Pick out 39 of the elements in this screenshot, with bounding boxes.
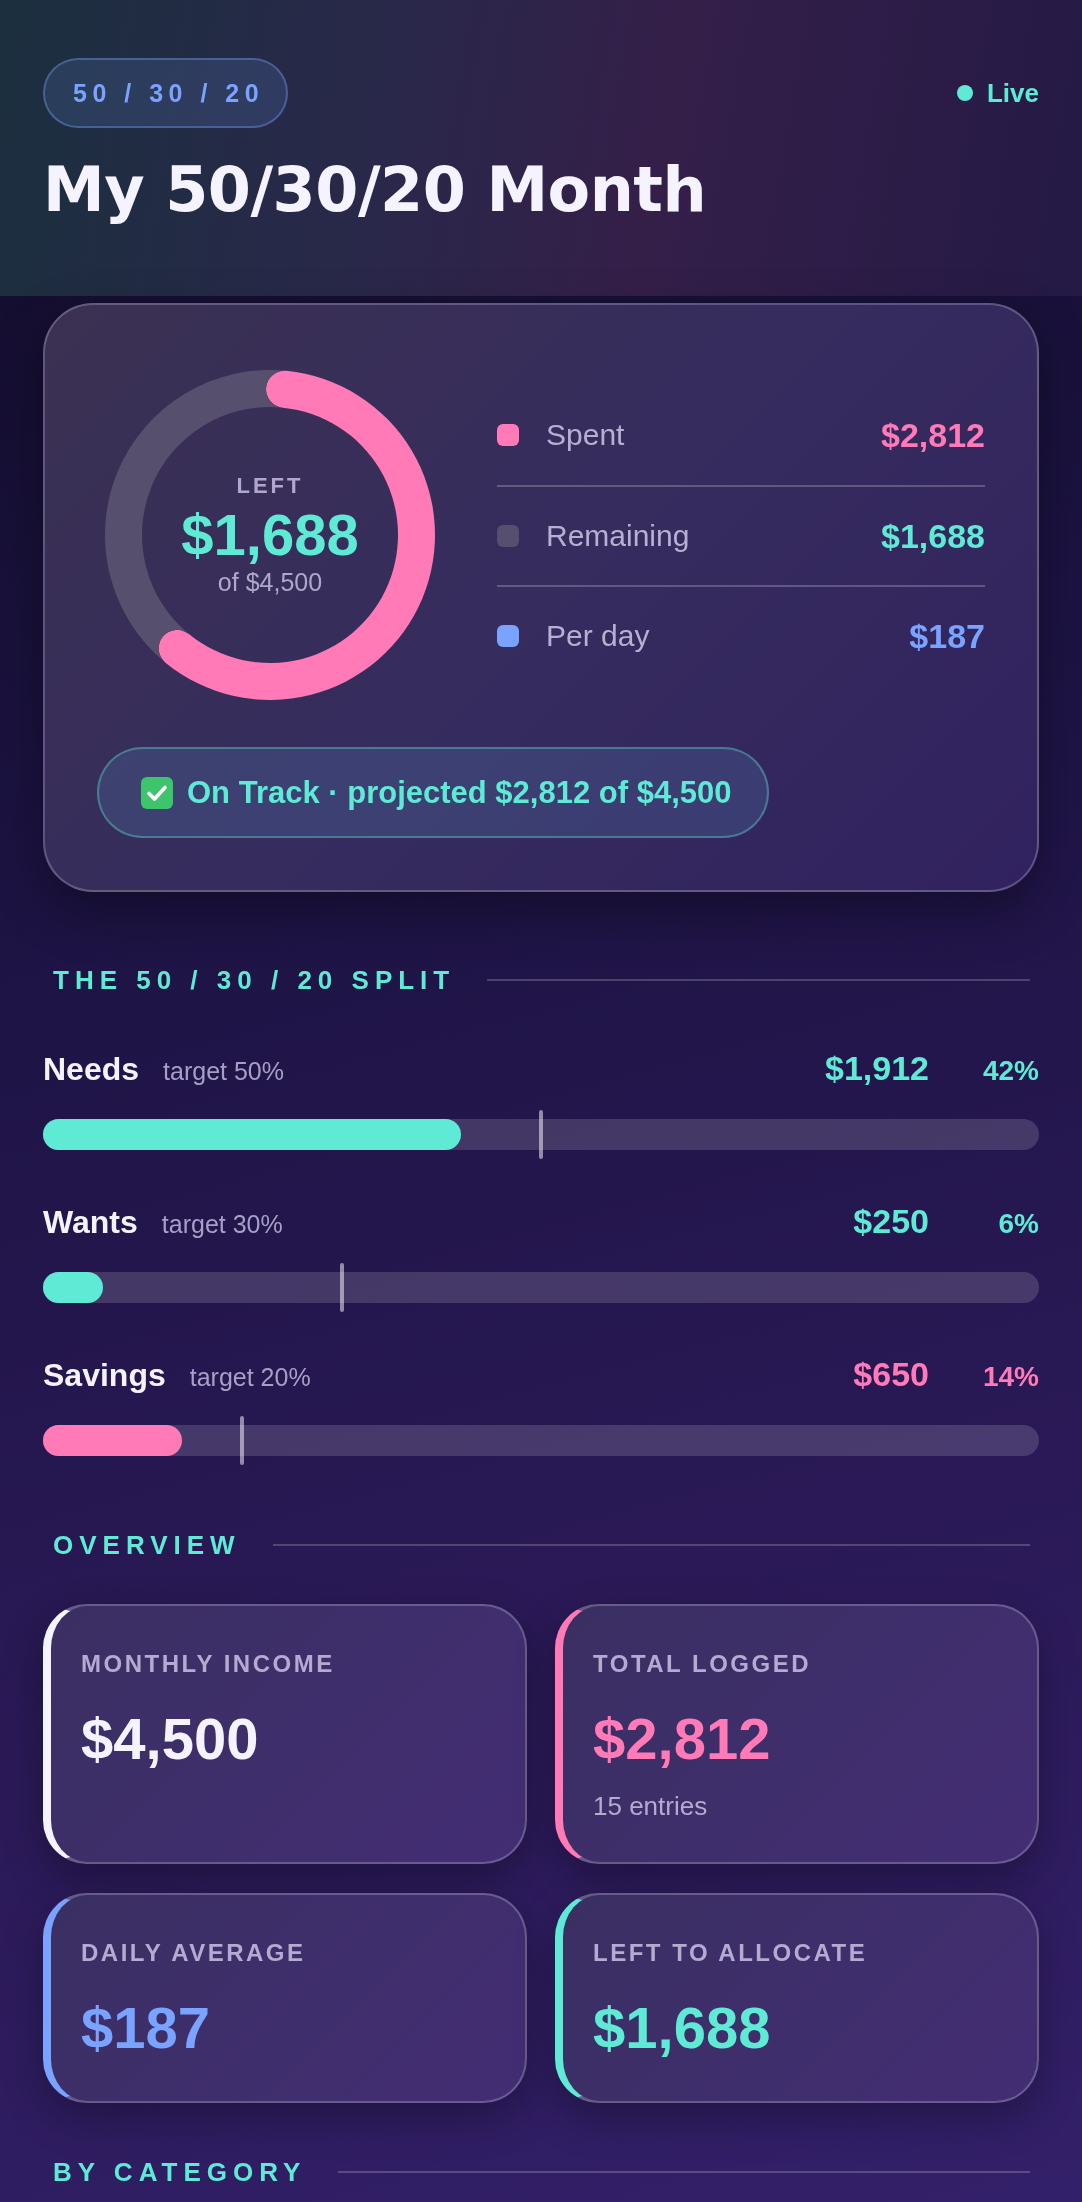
target-label: target 20% — [189, 1363, 311, 1392]
amount-value: $250 — [853, 1202, 929, 1241]
stat-value: $2,812 — [593, 1706, 771, 1773]
stat-label: LEFT TO ALLOCATE — [593, 1938, 868, 1967]
amount-value: $1,912 — [825, 1049, 929, 1088]
legend-label: Spent — [546, 418, 625, 452]
category-name: Needs — [43, 1051, 140, 1088]
ring-value: $1,688 — [181, 502, 359, 567]
ring-label: LEFT — [236, 472, 304, 499]
amount-value: $650 — [853, 1355, 929, 1394]
stat-label: TOTAL LOGGED — [593, 1650, 811, 1678]
legend-value: $2,812 — [881, 415, 985, 455]
category-name: Wants — [43, 1204, 138, 1241]
percent-value: 14% — [981, 1361, 1039, 1393]
stat-value: $4,500 — [81, 1706, 259, 1773]
plan-pill: 50 / 30 / 20 — [43, 58, 289, 128]
stat-label: DAILY AVERAGE — [81, 1938, 306, 1967]
legend-value: $1,688 — [881, 516, 985, 556]
section-heading: THE 50 / 30 / 20 SPLIT — [53, 967, 456, 993]
target-label: target 50% — [163, 1057, 284, 1086]
section-heading: BY CATEGORY — [53, 2159, 307, 2186]
status-text: On Track · projected $2,812 of $4,500 — [187, 774, 732, 811]
page-title: My 50/30/20 Month — [43, 154, 708, 226]
legend-label: Remaining — [546, 519, 690, 553]
category-name: Savings — [43, 1357, 166, 1394]
stat-label: MONTHLY INCOME — [81, 1650, 335, 1678]
ring-caption: of $4,500 — [217, 568, 323, 598]
legend-label: Per day — [546, 619, 650, 653]
check-icon — [141, 776, 173, 809]
stat-value: $187 — [81, 1994, 211, 2062]
status-dot-icon — [956, 85, 973, 101]
target-label: target 30% — [161, 1210, 283, 1239]
live-status: Live — [986, 77, 1039, 109]
stat-value: $1,688 — [593, 1994, 771, 2062]
percent-value: 42% — [981, 1055, 1039, 1087]
section-heading: OVERVIEW — [53, 1532, 241, 1558]
stat-note: 15 entries — [593, 1790, 708, 1822]
percent-value: 6% — [997, 1208, 1039, 1240]
legend-value: $187 — [909, 616, 985, 656]
